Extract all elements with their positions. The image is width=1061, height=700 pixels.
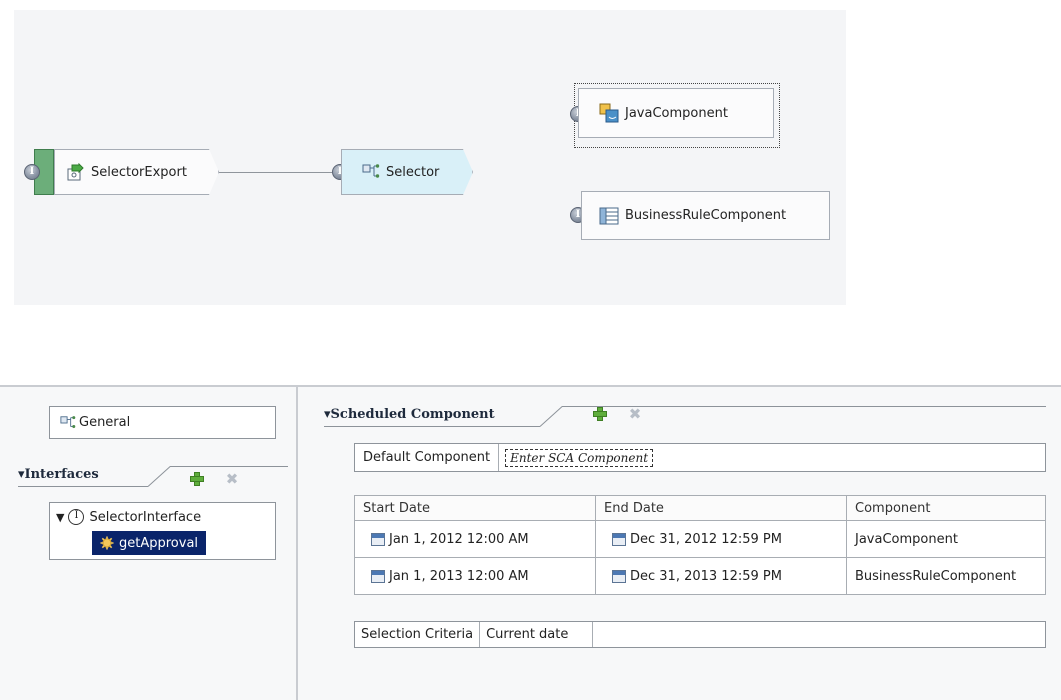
table-row[interactable]: Jan 1, 2012 12:00 AM Dec 31, 2012 12:59 … xyxy=(354,520,1046,558)
scheduled-tab-underline xyxy=(324,426,540,427)
component-cell[interactable]: JavaComponent xyxy=(846,520,1046,558)
calendar-icon[interactable] xyxy=(612,532,626,546)
column-header-end-date[interactable]: End Date xyxy=(595,495,847,521)
pane-splitter[interactable] xyxy=(296,387,298,700)
interfaces-tree: ▼ I SelectorInterface getApproval xyxy=(49,502,276,560)
end-date-cell[interactable]: Dec 31, 2012 12:59 PM xyxy=(595,520,847,558)
business-rule-component-label: BusinessRuleComponent xyxy=(625,208,787,223)
java-component-label: JavaComponent xyxy=(625,105,728,121)
end-date-value: Dec 31, 2013 12:59 PM xyxy=(630,568,782,584)
interfaces-tab-underline xyxy=(18,486,148,487)
selector-label: Selector xyxy=(386,164,440,180)
assembly-diagram-canvas[interactable]: I SelectorExport I Selector I JavaCompon… xyxy=(14,10,846,305)
add-schedule-icon[interactable] xyxy=(592,406,608,422)
java-component-node[interactable]: JavaComponent xyxy=(578,88,774,138)
column-header-component[interactable]: Component xyxy=(846,495,1046,521)
end-date-cell[interactable]: Dec 31, 2013 12:59 PM xyxy=(595,557,847,595)
selector-icon xyxy=(362,163,380,181)
calendar-icon[interactable] xyxy=(612,569,626,583)
interface-badge-icon: I xyxy=(68,509,85,525)
selector-export-label: SelectorExport xyxy=(91,164,187,180)
selection-criteria-value[interactable]: Current date xyxy=(480,622,594,647)
start-date-cell[interactable]: Jan 1, 2012 12:00 AM xyxy=(354,520,596,558)
remove-schedule-icon[interactable]: ✖ xyxy=(627,406,643,422)
java-component-icon xyxy=(599,103,619,123)
tree-item-get-approval[interactable]: getApproval xyxy=(92,531,207,555)
export-icon xyxy=(67,163,85,181)
component-cell[interactable]: BusinessRuleComponent xyxy=(846,557,1046,595)
remove-interface-icon[interactable]: ✖ xyxy=(224,471,240,487)
interface-icon[interactable]: I xyxy=(24,164,40,180)
selection-criteria-label: Selection Criteria xyxy=(355,622,481,647)
start-date-value: Jan 1, 2013 12:00 AM xyxy=(389,568,529,584)
tree-item-selector-interface[interactable]: ▼ I SelectorInterface xyxy=(56,509,201,525)
gear-icon xyxy=(100,536,114,550)
default-component-label: Default Component xyxy=(355,444,500,471)
column-header-start-date[interactable]: Start Date xyxy=(354,495,596,521)
add-interface-icon[interactable] xyxy=(189,471,205,487)
business-rule-component-node[interactable]: BusinessRuleComponent xyxy=(581,191,830,240)
selector-node[interactable]: Selector xyxy=(341,149,473,195)
schedule-table: Start Date End Date Component Jan 1, 201… xyxy=(354,495,1046,595)
default-component-input[interactable]: Enter SCA Component xyxy=(505,448,654,467)
general-label: General xyxy=(79,415,131,430)
interface-label: SelectorInterface xyxy=(89,509,202,525)
start-date-cell[interactable]: Jan 1, 2013 12:00 AM xyxy=(354,557,596,595)
scheduled-component-title[interactable]: ▾Scheduled Component xyxy=(324,407,495,422)
expand-arrow-icon[interactable]: ▼ xyxy=(56,511,64,524)
interfaces-title[interactable]: ▾Interfaces xyxy=(18,467,99,482)
end-date-value: Dec 31, 2012 12:59 PM xyxy=(630,531,782,547)
interfaces-tab-topline xyxy=(170,466,288,467)
schedule-header-row: Start Date End Date Component xyxy=(354,495,1046,521)
general-item[interactable]: General xyxy=(49,406,276,439)
selector-export-node[interactable]: SelectorExport xyxy=(54,149,219,195)
operation-label: getApproval xyxy=(119,535,199,551)
default-component-row: Default Component Enter SCA Component xyxy=(354,443,1046,472)
table-row[interactable]: Jan 1, 2013 12:00 AM Dec 31, 2013 12:59 … xyxy=(354,557,1046,595)
selector-icon xyxy=(60,415,76,428)
wire[interactable] xyxy=(219,172,332,173)
calendar-icon[interactable] xyxy=(371,532,385,546)
selection-criteria-row: Selection Criteria Current date xyxy=(354,621,1046,648)
business-rule-icon xyxy=(599,207,619,224)
calendar-icon[interactable] xyxy=(371,569,385,583)
start-date-value: Jan 1, 2012 12:00 AM xyxy=(389,531,529,547)
